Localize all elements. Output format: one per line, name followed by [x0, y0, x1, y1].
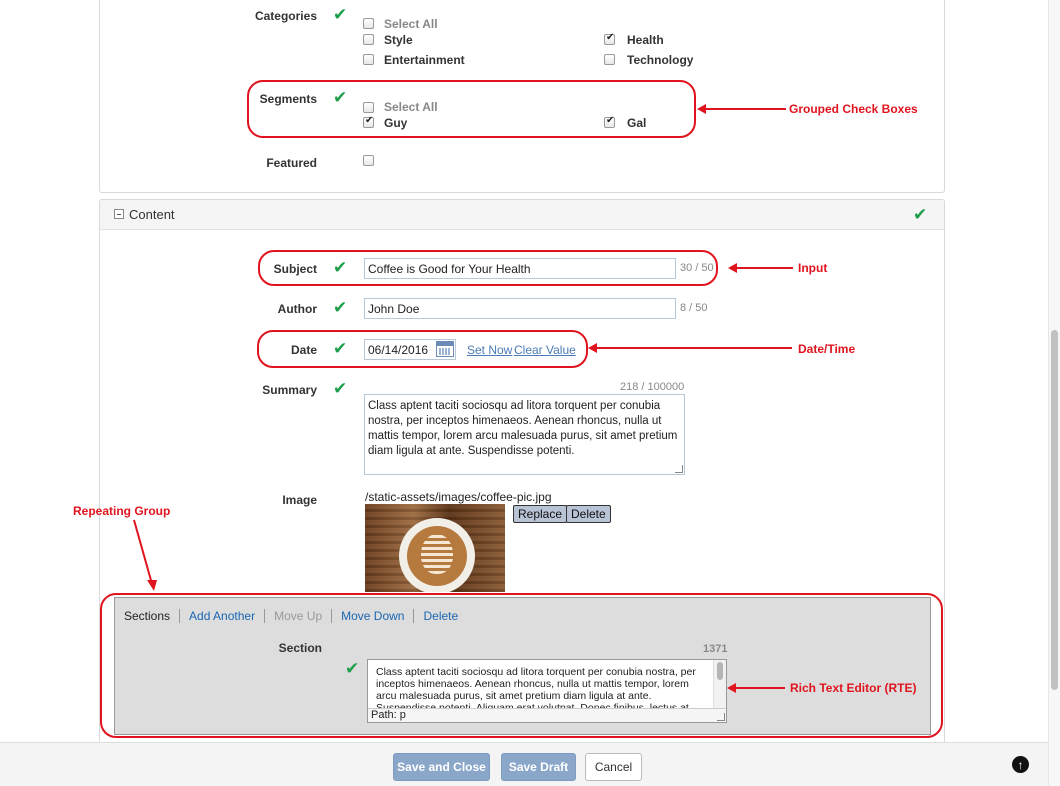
- delete-image-button[interactable]: Delete: [566, 505, 611, 523]
- annotation-repeating-group: [100, 593, 943, 738]
- help-icon[interactable]: ↑: [1012, 756, 1029, 773]
- page-scrollbar[interactable]: [1048, 0, 1060, 786]
- valid-check-icon: ✔: [913, 205, 928, 224]
- author-input[interactable]: [364, 298, 676, 319]
- checkbox-featured[interactable]: [363, 155, 374, 166]
- summary-char-count: 218 / 100000: [620, 381, 685, 393]
- annotation-grouped-check-boxes: [247, 80, 696, 138]
- summary-text: Class aptent taciti sociosqu ad litora t…: [368, 400, 678, 457]
- annotation-label-grouped: Grouped Check Boxes: [789, 102, 918, 116]
- arrow-line: [736, 267, 793, 269]
- save-draft-button[interactable]: Save Draft: [501, 753, 576, 781]
- checkbox-technology[interactable]: [604, 54, 615, 65]
- image-path: /static-assets/images/coffee-pic.jpg: [365, 490, 552, 504]
- summary-textarea[interactable]: Class aptent taciti sociosqu ad litora t…: [364, 394, 685, 475]
- annotation-label-repeating: Repeating Group: [73, 504, 171, 518]
- featured-label: Featured: [266, 156, 317, 170]
- arrow-line: [704, 108, 786, 110]
- annotation-label-datetime: Date/Time: [798, 342, 856, 356]
- option-label: Technology: [627, 53, 694, 67]
- resize-grip-icon[interactable]: [675, 465, 683, 473]
- arrow-down-icon: [133, 519, 157, 591]
- summary-label: Summary: [262, 383, 317, 397]
- checkbox-health[interactable]: [604, 32, 615, 45]
- minus-square-icon[interactable]: [114, 209, 124, 219]
- coffee-image: [365, 504, 505, 592]
- form-footer: Save and Close Save Draft Cancel ↑: [0, 742, 1048, 786]
- option-label: Select All: [384, 17, 438, 31]
- content-section-title: Content: [129, 207, 175, 222]
- checkbox-style[interactable]: [363, 34, 374, 45]
- image-label: Image: [282, 493, 317, 507]
- checkbox-entertainment[interactable]: [363, 54, 374, 65]
- annotation-label-input: Input: [798, 261, 828, 275]
- annotation-input: [258, 250, 718, 286]
- checkbox-select-all-categories[interactable]: [363, 18, 374, 29]
- author-char-count: 8 / 50: [680, 302, 708, 314]
- valid-check-icon: ✔: [333, 379, 348, 398]
- option-label: Style: [384, 33, 413, 47]
- option-label: Entertainment: [384, 53, 465, 67]
- annotation-date-time: [257, 330, 588, 368]
- arrow-line: [596, 347, 792, 349]
- option-label: Health: [627, 33, 664, 47]
- content-panel-header[interactable]: Content ✔: [100, 200, 944, 230]
- replace-image-button[interactable]: Replace: [513, 505, 568, 523]
- arrow-line: [735, 687, 785, 689]
- valid-check-icon: ✔: [333, 5, 348, 24]
- categories-label: Categories: [254, 9, 317, 23]
- annotation-label-rte: Rich Text Editor (RTE): [790, 681, 917, 695]
- cancel-button[interactable]: Cancel: [585, 753, 642, 781]
- save-and-close-button[interactable]: Save and Close: [393, 753, 490, 781]
- valid-check-icon: ✔: [333, 298, 348, 317]
- author-label: Author: [277, 302, 317, 316]
- scrollbar-thumb[interactable]: [1051, 330, 1058, 690]
